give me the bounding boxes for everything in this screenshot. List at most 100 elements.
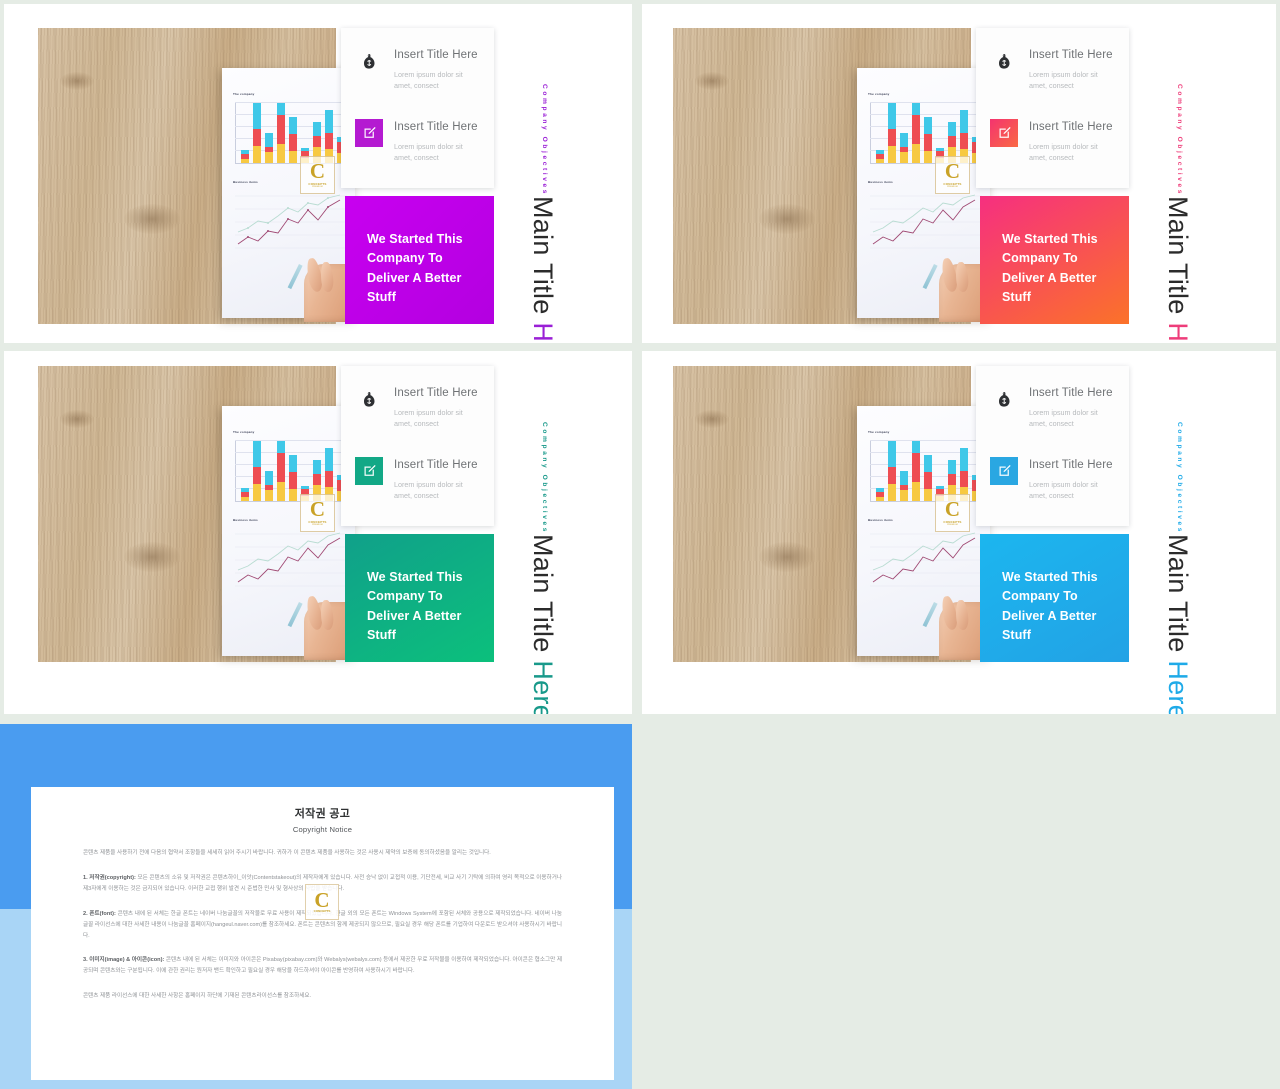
vertical-subtitle: Company Objectives bbox=[541, 84, 548, 197]
title-part-dark: Main Title bbox=[528, 196, 558, 323]
slide-photo: The company Business items C CONCEPTS PR… bbox=[673, 28, 997, 324]
title-part-accent: Here bbox=[1163, 322, 1193, 343]
item-description: Lorem ipsum dolor sit amet, consect bbox=[394, 479, 463, 501]
paragraph-text: 콘텐츠 제품 라이선스에 대한 사세한 사항은 홈페이지 하단에 기재된 콘텐츠… bbox=[83, 993, 312, 1000]
list-item[interactable]: Insert Title Here Lorem ipsum dolor sit … bbox=[990, 384, 1113, 430]
bar-chart bbox=[870, 102, 982, 164]
item-title: Insert Title Here bbox=[394, 49, 478, 61]
statement-text: We Started This Company To Deliver A Bet… bbox=[367, 570, 463, 643]
chart-2-label: Business items bbox=[868, 518, 893, 522]
line-chart bbox=[235, 190, 347, 250]
watermark-sub: PREMIUM bbox=[947, 523, 958, 526]
item-title: Insert Title Here bbox=[1029, 120, 1113, 133]
copyright-paragraph: 3. 이미지(image) & 아이콘(icon): 콘텐츠 내에 된 서체는 … bbox=[83, 955, 562, 977]
watermark-logo: C CONCEPTS PREMIUM bbox=[935, 494, 970, 532]
money-bag-icon bbox=[990, 47, 1018, 75]
slide-photo: The company Business items C CONCEPTS PR… bbox=[673, 366, 997, 662]
statement-text: We Started This Company To Deliver A Bet… bbox=[1002, 570, 1098, 643]
info-card[interactable]: Insert Title Here Lorem ipsum dolor sit … bbox=[976, 28, 1129, 188]
title-part-accent: Here bbox=[528, 322, 558, 343]
slide-teal[interactable]: The company Business items C CONCEPTS PR… bbox=[4, 351, 632, 714]
watermark-sub: PREMIUM bbox=[947, 185, 958, 188]
list-item[interactable]: Insert Title Here Lorem ipsum dolor sit … bbox=[355, 118, 478, 164]
list-item[interactable]: Insert Title Here Lorem ipsum dolor sit … bbox=[990, 118, 1113, 164]
list-item[interactable]: Insert Title Here Lorem ipsum dolor sit … bbox=[990, 46, 1113, 92]
slide-photo: The company Business items C CONCEPTS PR… bbox=[38, 28, 362, 324]
chart-2-label: Business items bbox=[868, 180, 893, 184]
title-part-accent: Here bbox=[528, 660, 558, 714]
watermark-letter: C bbox=[309, 497, 326, 522]
list-item[interactable]: Insert Title Here Lorem ipsum dolor sit … bbox=[355, 456, 478, 502]
watermark-letter: C bbox=[314, 887, 330, 912]
slide-blue[interactable]: The company Business items C CONCEPTS PR… bbox=[642, 351, 1276, 714]
item-description: Lorem ipsum dolor sit amet, consect bbox=[1029, 141, 1098, 163]
vertical-main-title: Main Title Here bbox=[528, 534, 558, 714]
line-chart bbox=[235, 528, 347, 588]
chart-2-label: Business items bbox=[233, 518, 258, 522]
bar-chart bbox=[870, 440, 982, 502]
item-description: Lorem ipsum dolor sit amet, consect bbox=[394, 407, 463, 429]
copyright-heading-kr: 저작권 공고 bbox=[294, 808, 351, 820]
vertical-title: Company Objectives Main Title Here bbox=[1163, 420, 1193, 714]
title-part-dark: Main Title bbox=[1163, 196, 1193, 323]
watermark-text: CONCEPTS bbox=[313, 909, 331, 914]
info-card[interactable]: Insert Title Here Lorem ipsum dolor sit … bbox=[341, 28, 494, 188]
slide-purple[interactable]: The company Business items C CONCEPTS PR… bbox=[4, 4, 632, 343]
statement-text: We Started This Company To Deliver A Bet… bbox=[367, 232, 463, 305]
copyright-paragraph: 콘텐츠 제품 라이선스에 대한 사세한 사항은 홈페이지 하단에 기재된 콘텐츠… bbox=[83, 991, 562, 1002]
statement-block: We Started This Company To Deliver A Bet… bbox=[345, 534, 494, 662]
edit-square-icon bbox=[990, 118, 1018, 147]
bar-chart bbox=[235, 102, 347, 164]
money-bag-icon bbox=[355, 47, 383, 75]
item-title: Insert Title Here bbox=[394, 387, 478, 399]
title-part-dark: Main Title bbox=[1163, 534, 1193, 661]
vertical-title: Company Objectives Main Title Here bbox=[1163, 82, 1193, 343]
item-description: Lorem ipsum dolor sit amet, consect bbox=[1029, 69, 1098, 91]
paragraph-lead: 1. 저작권(copyright): bbox=[83, 874, 136, 881]
watermark-logo: C CONCEPTS PREMIUM bbox=[935, 156, 970, 194]
statement-block: We Started This Company To Deliver A Bet… bbox=[980, 196, 1129, 324]
paragraph-lead: 2. 폰트(font): bbox=[83, 910, 116, 917]
watermark-sub: PREMIUM bbox=[312, 185, 323, 188]
item-title: Insert Title Here bbox=[1029, 387, 1113, 399]
watermark-letter: C bbox=[309, 159, 326, 184]
paper-sheet: The company Business items bbox=[222, 406, 362, 660]
vertical-subtitle: Company Objectives bbox=[541, 422, 548, 535]
item-description: Lorem ipsum dolor sit amet, consect bbox=[394, 141, 463, 163]
chart-1-label: The company bbox=[868, 92, 890, 96]
statement-block: We Started This Company To Deliver A Bet… bbox=[980, 534, 1129, 662]
slides-grid: The company Business items C CONCEPTS PR… bbox=[0, 0, 1280, 1089]
money-bag-icon bbox=[355, 385, 383, 413]
money-bag-icon bbox=[990, 385, 1018, 413]
item-title: Insert Title Here bbox=[394, 120, 478, 133]
watermark-letter: C bbox=[944, 497, 961, 522]
edit-square-icon bbox=[355, 456, 383, 485]
list-item[interactable]: Insert Title Here Lorem ipsum dolor sit … bbox=[355, 46, 478, 92]
slide-pink[interactable]: The company Business items C CONCEPTS PR… bbox=[642, 4, 1276, 343]
item-description: Lorem ipsum dolor sit amet, consect bbox=[1029, 479, 1098, 501]
list-item[interactable]: Insert Title Here Lorem ipsum dolor sit … bbox=[990, 456, 1113, 502]
statement-block: We Started This Company To Deliver A Bet… bbox=[345, 196, 494, 324]
vertical-title: Company Objectives Main Title Here bbox=[528, 420, 558, 714]
paper-sheet: The company Business items bbox=[222, 68, 362, 322]
copyright-heading-en: Copyright Notice bbox=[292, 825, 353, 834]
info-card[interactable]: Insert Title Here Lorem ipsum dolor sit … bbox=[341, 366, 494, 526]
watermark-logo: C CONCEPTS PREMIUM bbox=[300, 494, 335, 532]
paragraph-text: 콘텐츠 제품을 사용하기 전에 다음의 협약서 조항들을 세세히 읽어 주시기 … bbox=[83, 850, 491, 856]
item-description: Lorem ipsum dolor sit amet, consect bbox=[1029, 407, 1098, 429]
vertical-main-title: Main Title Here bbox=[528, 196, 558, 343]
empty-cell bbox=[637, 719, 1280, 1089]
slide-photo: The company Business items C CONCEPTS PR… bbox=[38, 366, 362, 662]
bar-chart bbox=[235, 440, 347, 502]
chart-2-label: Business items bbox=[233, 180, 258, 184]
watermark-letter: C bbox=[944, 159, 961, 184]
chart-1-label: The company bbox=[233, 92, 255, 96]
list-item[interactable]: Insert Title Here Lorem ipsum dolor sit … bbox=[355, 384, 478, 430]
copyright-paper: 저작권 공고 Copyright Notice 콘텐츠 제품을 사용하기 전에 … bbox=[31, 787, 614, 1080]
chart-1-label: The company bbox=[868, 430, 890, 434]
item-title: Insert Title Here bbox=[1029, 49, 1113, 61]
info-card[interactable]: Insert Title Here Lorem ipsum dolor sit … bbox=[976, 366, 1129, 526]
item-title: Insert Title Here bbox=[394, 458, 478, 471]
item-description: Lorem ipsum dolor sit amet, consect bbox=[394, 69, 463, 91]
line-chart bbox=[870, 528, 982, 588]
